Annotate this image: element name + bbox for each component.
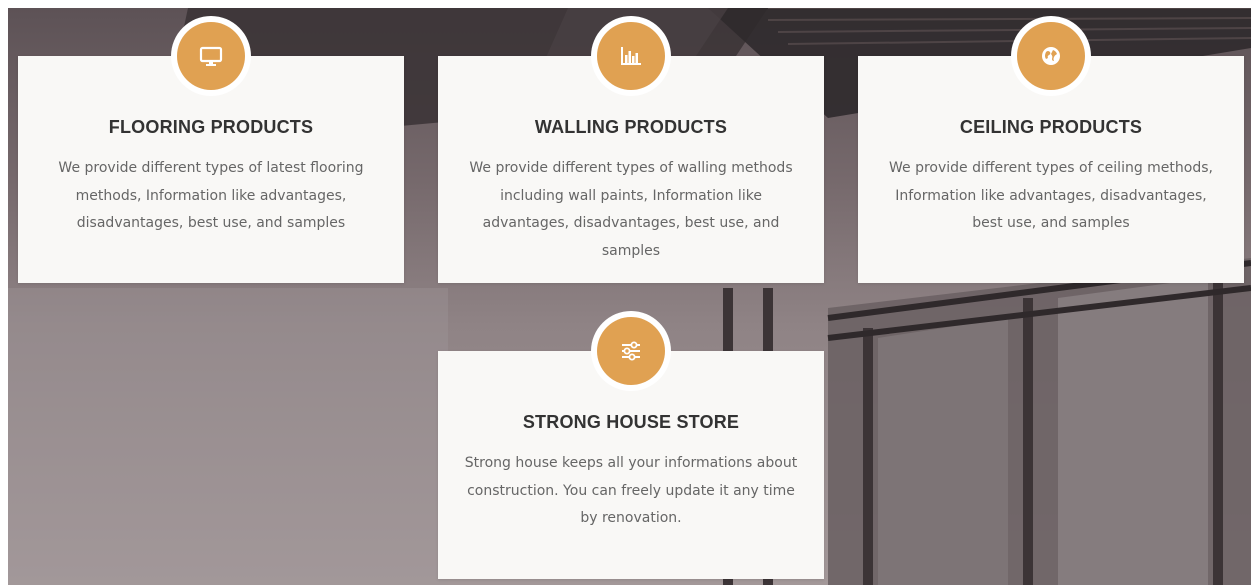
feature-card-store: STRONG HOUSE STORE Strong house keeps al…	[438, 311, 824, 579]
card-description: We provide different types of latest flo…	[58, 160, 364, 231]
icon-badge	[171, 16, 251, 96]
card-description: Strong house keeps all your informations…	[464, 455, 798, 526]
globe-icon	[1042, 47, 1060, 65]
feature-card-ceiling: CEILING PRODUCTS We provide different ty…	[858, 16, 1244, 283]
icon-badge	[1011, 16, 1091, 96]
card-description: We provide different types of ceiling me…	[889, 160, 1213, 231]
feature-card-flooring: FLOORING PRODUCTS We provide different t…	[18, 16, 404, 283]
sliders-icon	[622, 341, 640, 361]
monitor-icon	[199, 46, 223, 66]
icon-badge	[591, 16, 671, 96]
icon-badge	[591, 311, 671, 391]
card-description: We provide different types of walling me…	[469, 160, 793, 259]
bar-chart-icon	[621, 47, 641, 65]
feature-card-walling: WALLING PRODUCTS We provide different ty…	[438, 16, 824, 283]
